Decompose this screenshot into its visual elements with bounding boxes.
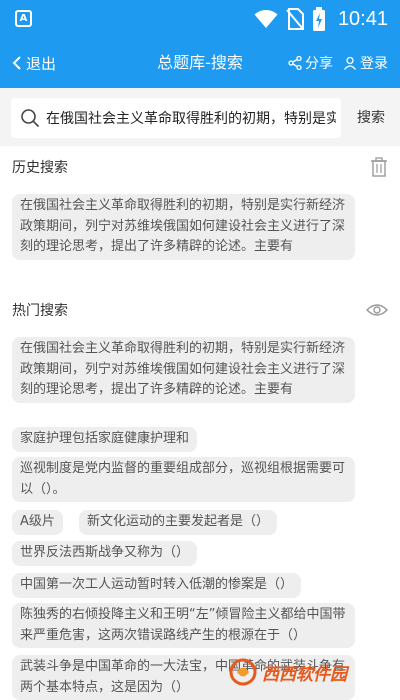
hot-chip[interactable]: 世界反法西斯战争又称为（）: [12, 541, 198, 566]
status-bar: A 10:41: [0, 0, 400, 38]
chevron-left-icon: [12, 56, 21, 70]
hot-chip[interactable]: 家庭护理包括家庭健康护理和: [12, 427, 198, 452]
nav-actions: 分享 登录: [288, 38, 388, 88]
back-button[interactable]: 退出: [12, 38, 56, 88]
hot-chip[interactable]: 陈独秀的右倾投降主义和王明“左”倾冒险主义都给中国带来严重危害，这两次错误路线产…: [12, 603, 355, 648]
share-button[interactable]: 分享: [288, 53, 333, 73]
hot-header: 热门搜索: [12, 298, 388, 322]
login-label: 登录: [360, 56, 388, 72]
hot-chip[interactable]: A级片: [12, 510, 63, 535]
nav-bar: 退出 总题库-搜索 分享 登录: [0, 38, 400, 88]
watermark-text: 西西软件园: [262, 664, 347, 685]
back-label: 退出: [26, 54, 57, 73]
clock: 10:41: [337, 8, 388, 30]
hot-chip[interactable]: 新文化运动的主要发起者是（）: [79, 510, 278, 535]
trash-icon[interactable]: [370, 157, 388, 177]
search-icon: [21, 109, 40, 128]
login-button[interactable]: 登录: [343, 53, 388, 73]
site-watermark: 西西软件园: [228, 652, 388, 692]
search-area: 搜索: [0, 88, 400, 146]
logo-swirl-icon: [229, 658, 257, 686]
share-label: 分享: [305, 56, 333, 72]
hot-chip[interactable]: 在俄国社会主义革命取得胜利的初期，特别是实行新经济政策期间，列宁对苏维埃俄国如何…: [12, 337, 355, 403]
search-box: [11, 98, 341, 138]
history-title: 历史搜索: [12, 160, 68, 176]
system-icons: 10:41: [254, 6, 388, 32]
hot-title: 热门搜索: [12, 303, 68, 319]
search-button[interactable]: 搜索: [346, 98, 396, 138]
battery-charging-icon: [312, 7, 325, 31]
hot-chip[interactable]: 中国第一次工人运动暂时转入低潮的惨案是（）: [12, 573, 302, 598]
eye-icon[interactable]: [366, 302, 388, 318]
user-icon: [343, 56, 357, 70]
wifi-icon: [254, 10, 278, 28]
no-sim-icon: [286, 8, 304, 30]
app-notification-icon: A: [15, 10, 32, 27]
hot-chip[interactable]: 巡视制度是党内监督的重要组成部分，巡视组根据需要可以（）。: [12, 457, 355, 502]
history-chip[interactable]: 在俄国社会主义革命取得胜利的初期，特别是实行新经济政策期间，列宁对苏维埃俄国如何…: [12, 194, 355, 260]
share-icon: [288, 56, 302, 70]
search-input[interactable]: [46, 110, 336, 126]
history-header: 历史搜索: [12, 155, 388, 179]
